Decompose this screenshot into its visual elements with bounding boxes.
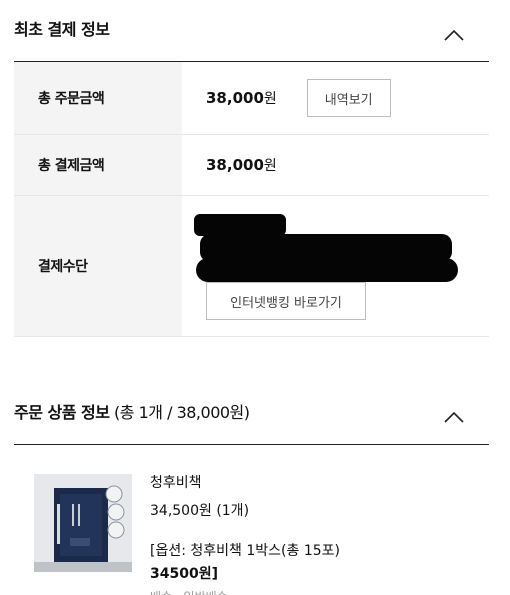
total-order-row: 총 주문금액 38,000 원 내역보기	[14, 62, 489, 135]
total-order-value: 38,000 원 내역보기	[182, 62, 489, 134]
payment-method-row: 결제수단 인터넷뱅킹 바로가기	[14, 196, 489, 337]
total-payment-amount: 38,000	[206, 156, 264, 174]
collapse-payment-chevron-up-icon[interactable]	[441, 25, 467, 45]
total-payment-label: 총 결제금액	[14, 135, 182, 195]
collapse-product-chevron-up-icon[interactable]	[441, 407, 467, 427]
shipping-info-cut-off: 배송 · 일반배송	[150, 588, 300, 595]
payment-info-title: 최초 결제 정보	[14, 20, 110, 39]
total-order-amount: 38,000	[206, 89, 264, 107]
total-payment-unit: 원	[263, 158, 277, 174]
product-name[interactable]: 청후비책	[150, 476, 202, 490]
total-order-unit: 원	[263, 91, 277, 107]
product-info-header: 주문 상품 정보 (총 1개 / 38,000원)	[14, 398, 489, 424]
view-details-button[interactable]: 내역보기	[306, 79, 391, 117]
total-payment-value: 38,000 원	[182, 135, 489, 195]
redacted-payment-details	[194, 214, 286, 236]
product-info-subtitle: (총 1개 / 38,000원)	[109, 403, 250, 422]
payment-info-header: 최초 결제 정보	[14, 15, 489, 41]
total-order-label: 총 주문금액	[14, 62, 182, 134]
product-info-title: 주문 상품 정보 (총 1개 / 38,000원)	[14, 399, 250, 423]
payment-method-value: 인터넷뱅킹 바로가기	[182, 196, 489, 336]
payment-info-table: 총 주문금액 38,000 원 내역보기 총 결제금액 38,000 원 결제수단 …	[14, 62, 489, 337]
product-option-line2: 34500원]	[150, 566, 218, 582]
payment-method-label: 결제수단	[14, 196, 182, 336]
redacted-payment-details	[196, 258, 458, 282]
product-option-line1: [옵션: 청후비책 1박스(총 15포)	[150, 543, 340, 559]
internet-banking-button[interactable]: 인터넷뱅킹 바로가기	[206, 282, 366, 320]
total-payment-row: 총 결제금액 38,000 원	[14, 135, 489, 196]
product-price: 34,500원 (1개)	[150, 503, 250, 519]
product-image[interactable]	[34, 474, 132, 572]
product-header-divider	[14, 444, 489, 445]
product-info-title-text: 주문 상품 정보	[14, 403, 110, 422]
